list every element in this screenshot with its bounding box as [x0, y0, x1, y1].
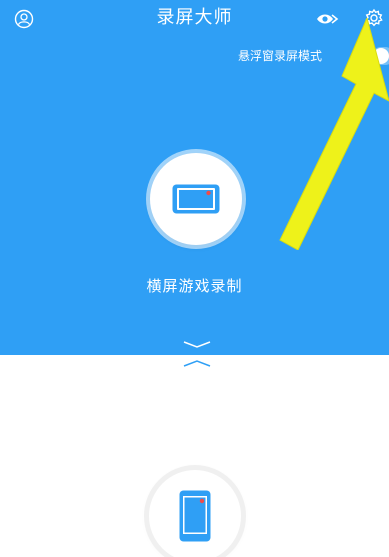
top-panel: 录屏大师 悬浮窗录屏模式 横屏游戏录制: [0, 0, 389, 355]
share-eye-icon: [317, 14, 339, 24]
landscape-record-button[interactable]: [150, 153, 242, 245]
chevron-down-icon[interactable]: [182, 340, 212, 350]
screen: 录屏大师 悬浮窗录屏模式 横屏游戏录制: [0, 0, 389, 557]
phone-portrait-icon: [179, 490, 211, 542]
chevron-up-icon[interactable]: [182, 358, 212, 368]
gear-icon: [365, 8, 383, 27]
floating-mode-toggle[interactable]: [372, 47, 389, 65]
settings-button[interactable]: [361, 5, 387, 31]
toggle-knob: [373, 48, 389, 64]
floating-mode-label: 悬浮窗录屏模式: [238, 49, 323, 63]
phone-landscape-icon: [172, 184, 220, 214]
landscape-record-label: 横屏游戏录制: [146, 277, 243, 295]
portrait-record-button[interactable]: [149, 470, 241, 557]
share-button[interactable]: [314, 8, 340, 30]
floating-mode-row: 悬浮窗录屏模式: [238, 44, 322, 68]
